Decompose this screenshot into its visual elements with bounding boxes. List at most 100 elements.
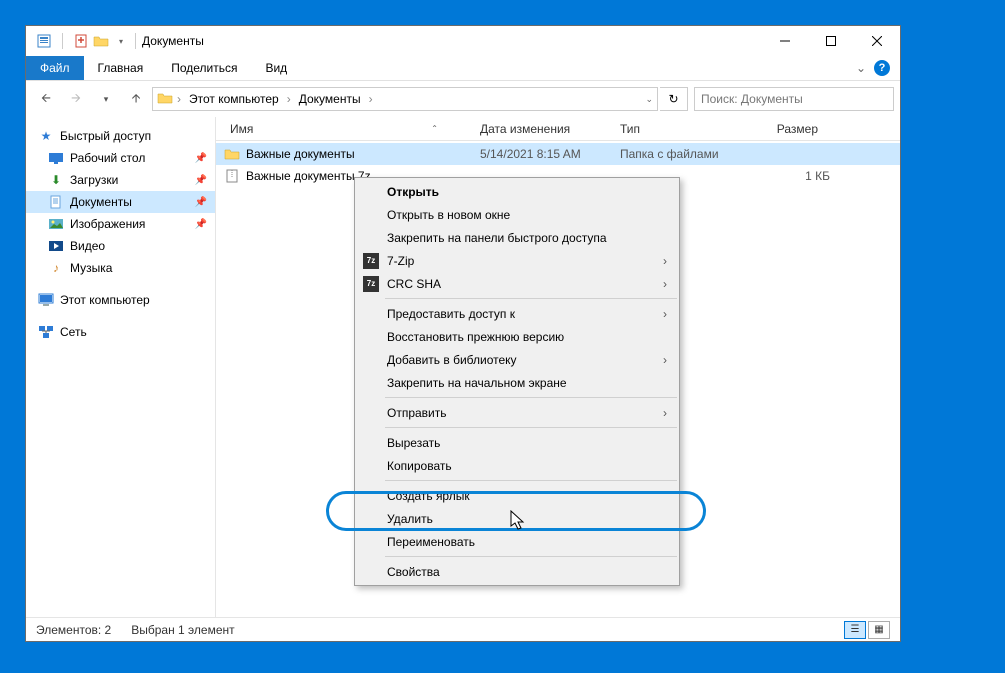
documents-icon xyxy=(48,194,64,210)
sidebar-item-label: Сеть xyxy=(60,325,87,339)
separator xyxy=(135,33,136,49)
ctx-add-library[interactable]: Добавить в библиотеку› xyxy=(355,348,679,371)
sidebar-item-network[interactable]: Сеть xyxy=(26,321,215,343)
separator xyxy=(385,556,677,557)
qat-new-icon[interactable] xyxy=(73,33,89,49)
separator xyxy=(62,33,63,49)
column-size[interactable]: Размер xyxy=(754,122,824,136)
chevron-right-icon[interactable]: › xyxy=(177,92,181,106)
sidebar-item-this-pc[interactable]: Этот компьютер xyxy=(26,289,215,311)
ribbon-tab-share[interactable]: Поделиться xyxy=(157,56,251,80)
star-icon: ★ xyxy=(38,128,54,144)
sidebar-item-quick-access[interactable]: ★ Быстрый доступ xyxy=(26,125,215,147)
separator xyxy=(385,298,677,299)
separator xyxy=(385,397,677,398)
ctx-send-to[interactable]: Отправить› xyxy=(355,401,679,424)
chevron-right-icon: › xyxy=(663,307,667,321)
view-thumbnails-button[interactable]: ▦ xyxy=(868,621,890,639)
status-selection: Выбран 1 элемент xyxy=(131,623,234,637)
ctx-open[interactable]: Открыть xyxy=(355,180,679,203)
qat-properties-icon[interactable] xyxy=(36,33,52,49)
file-name: Важные документы xyxy=(246,147,480,161)
ctx-delete[interactable]: Удалить xyxy=(355,507,679,530)
sidebar-item-label: Этот компьютер xyxy=(60,293,150,307)
qat-dropdown-icon[interactable]: ▾ xyxy=(113,33,129,49)
chevron-right-icon: › xyxy=(663,406,667,420)
ctx-crc-sha[interactable]: 7zCRC SHA› xyxy=(355,272,679,295)
chevron-right-icon[interactable]: › xyxy=(369,92,373,106)
back-button[interactable]: 🡨 xyxy=(32,85,60,113)
up-button[interactable]: 🡩 xyxy=(122,85,150,113)
separator xyxy=(385,427,677,428)
refresh-button[interactable]: ↻ xyxy=(660,87,688,111)
chevron-right-icon: › xyxy=(663,254,667,268)
music-icon: ♪ xyxy=(48,260,64,276)
close-button[interactable] xyxy=(854,26,900,56)
sidebar-item-label: Документы xyxy=(70,195,132,209)
chevron-right-icon: › xyxy=(663,277,667,291)
this-pc-icon xyxy=(38,292,54,308)
column-type[interactable]: Тип xyxy=(614,122,754,136)
ctx-properties[interactable]: Свойства xyxy=(355,560,679,583)
ctx-restore-previous[interactable]: Восстановить прежнюю версию xyxy=(355,325,679,348)
ctx-give-access[interactable]: Предоставить доступ к› xyxy=(355,302,679,325)
separator xyxy=(385,480,677,481)
ribbon-expand-icon[interactable]: ⌄ xyxy=(856,61,866,75)
ctx-7zip[interactable]: 7z7-Zip› xyxy=(355,249,679,272)
7zip-icon: 7z xyxy=(363,253,379,269)
qat-folder-icon[interactable] xyxy=(93,33,109,49)
file-date: 5/14/2021 8:15 AM xyxy=(480,147,620,161)
ribbon-tab-view[interactable]: Вид xyxy=(251,56,301,80)
ctx-create-shortcut[interactable]: Создать ярлык xyxy=(355,484,679,507)
crumb-this-pc[interactable]: Этот компьютер xyxy=(185,90,283,108)
view-details-button[interactable]: ☰ xyxy=(844,621,866,639)
ribbon-tab-home[interactable]: Главная xyxy=(84,56,158,80)
sidebar-item-label: Быстрый доступ xyxy=(60,129,151,143)
sidebar-item-music[interactable]: ♪ Музыка xyxy=(26,257,215,279)
ctx-cut[interactable]: Вырезать xyxy=(355,431,679,454)
context-menu: Открыть Открыть в новом окне Закрепить н… xyxy=(354,177,680,586)
column-date[interactable]: Дата изменения xyxy=(474,122,614,136)
network-icon xyxy=(38,324,54,340)
folder-icon xyxy=(224,146,240,162)
column-name[interactable]: Имя⌃ xyxy=(224,122,474,136)
chevron-right-icon: › xyxy=(663,353,667,367)
sidebar: ★ Быстрый доступ Рабочий стол 📌 ⬇ Загруз… xyxy=(26,117,216,617)
sidebar-item-label: Видео xyxy=(70,239,105,253)
recent-locations-button[interactable]: ▾ xyxy=(92,85,120,113)
sidebar-item-pictures[interactable]: Изображения 📌 xyxy=(26,213,215,235)
minimize-button[interactable] xyxy=(762,26,808,56)
chevron-right-icon[interactable]: › xyxy=(287,92,291,106)
pin-icon: 📌 xyxy=(195,219,207,230)
pin-icon: 📌 xyxy=(195,175,207,186)
crumb-documents[interactable]: Документы xyxy=(295,90,365,108)
ribbon-tab-file[interactable]: Файл xyxy=(26,56,84,80)
breadcrumb[interactable]: › Этот компьютер › Документы › ⌄ xyxy=(152,87,658,111)
7zip-icon: 7z xyxy=(363,276,379,292)
addr-dropdown-icon[interactable]: ⌄ xyxy=(645,94,653,105)
search-input[interactable]: Поиск: Документы xyxy=(694,87,894,111)
pin-icon: 📌 xyxy=(195,197,207,208)
file-type: Папка с файлами xyxy=(620,147,760,161)
sidebar-item-videos[interactable]: Видео xyxy=(26,235,215,257)
sidebar-item-documents[interactable]: Документы 📌 xyxy=(26,191,215,213)
ctx-pin-quick-access[interactable]: Закрепить на панели быстрого доступа xyxy=(355,226,679,249)
maximize-button[interactable] xyxy=(808,26,854,56)
status-count: Элементов: 2 xyxy=(36,623,111,637)
sidebar-item-desktop[interactable]: Рабочий стол 📌 xyxy=(26,147,215,169)
sidebar-item-label: Изображения xyxy=(70,217,145,231)
pin-icon: 📌 xyxy=(195,153,207,164)
window-title: Документы xyxy=(142,34,204,48)
file-row[interactable]: Важные документы 5/14/2021 8:15 AM Папка… xyxy=(216,143,900,165)
ctx-open-new-window[interactable]: Открыть в новом окне xyxy=(355,203,679,226)
desktop-icon xyxy=(48,150,64,166)
forward-button[interactable]: 🡪 xyxy=(62,85,90,113)
help-icon[interactable]: ? xyxy=(874,60,890,76)
ctx-copy[interactable]: Копировать xyxy=(355,454,679,477)
ctx-rename[interactable]: Переименовать xyxy=(355,530,679,553)
ctx-pin-start[interactable]: Закрепить на начальном экране xyxy=(355,371,679,394)
sidebar-item-downloads[interactable]: ⬇ Загрузки 📌 xyxy=(26,169,215,191)
folder-icon xyxy=(157,91,173,108)
file-size: 1 КБ xyxy=(760,169,830,183)
statusbar: Элементов: 2 Выбран 1 элемент ☰ ▦ xyxy=(26,617,900,641)
